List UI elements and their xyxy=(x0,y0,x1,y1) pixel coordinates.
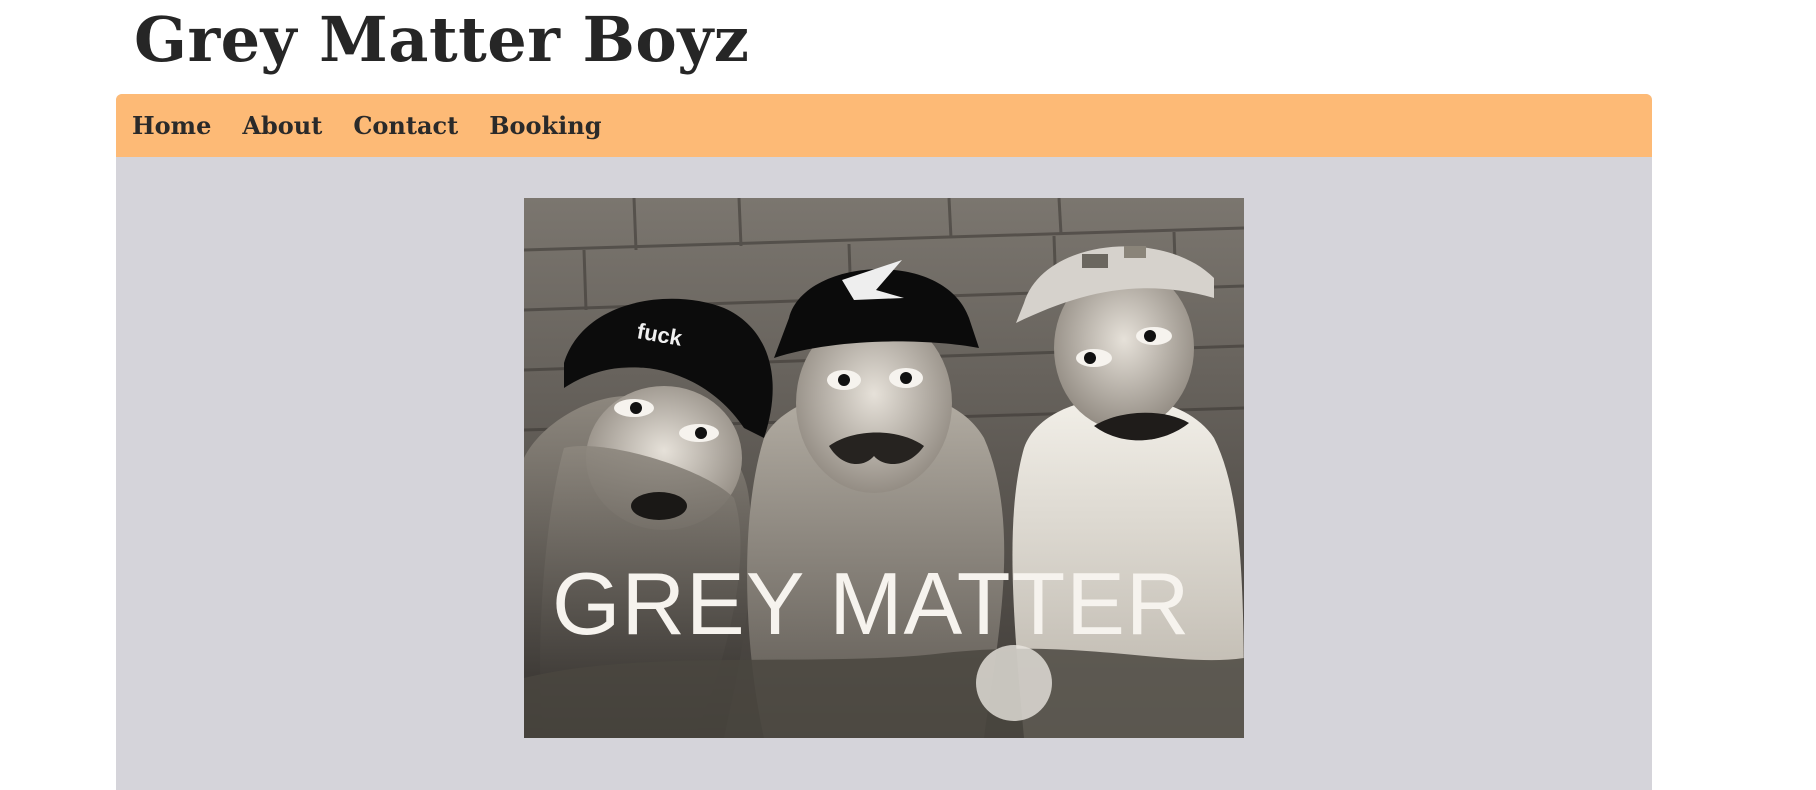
nav-link-home[interactable]: Home xyxy=(132,111,211,140)
page-content: Home About Contact Booking fuck GREY MAT… xyxy=(116,94,1652,790)
main-navigation: Home About Contact Booking xyxy=(116,94,1652,157)
nav-link-booking[interactable]: Booking xyxy=(489,111,601,140)
site-header: Grey Matter Boyz xyxy=(0,0,1816,94)
site-title: Grey Matter Boyz xyxy=(134,3,750,76)
band-photo-illustration: fuck xyxy=(524,198,1244,738)
photo-caption: GREY MATTER xyxy=(552,554,1191,653)
band-photo: fuck GREY MATTER xyxy=(524,198,1244,738)
nav-link-about[interactable]: About xyxy=(242,111,322,140)
shirt-logo xyxy=(976,645,1052,721)
nav-link-contact[interactable]: Contact xyxy=(353,111,458,140)
